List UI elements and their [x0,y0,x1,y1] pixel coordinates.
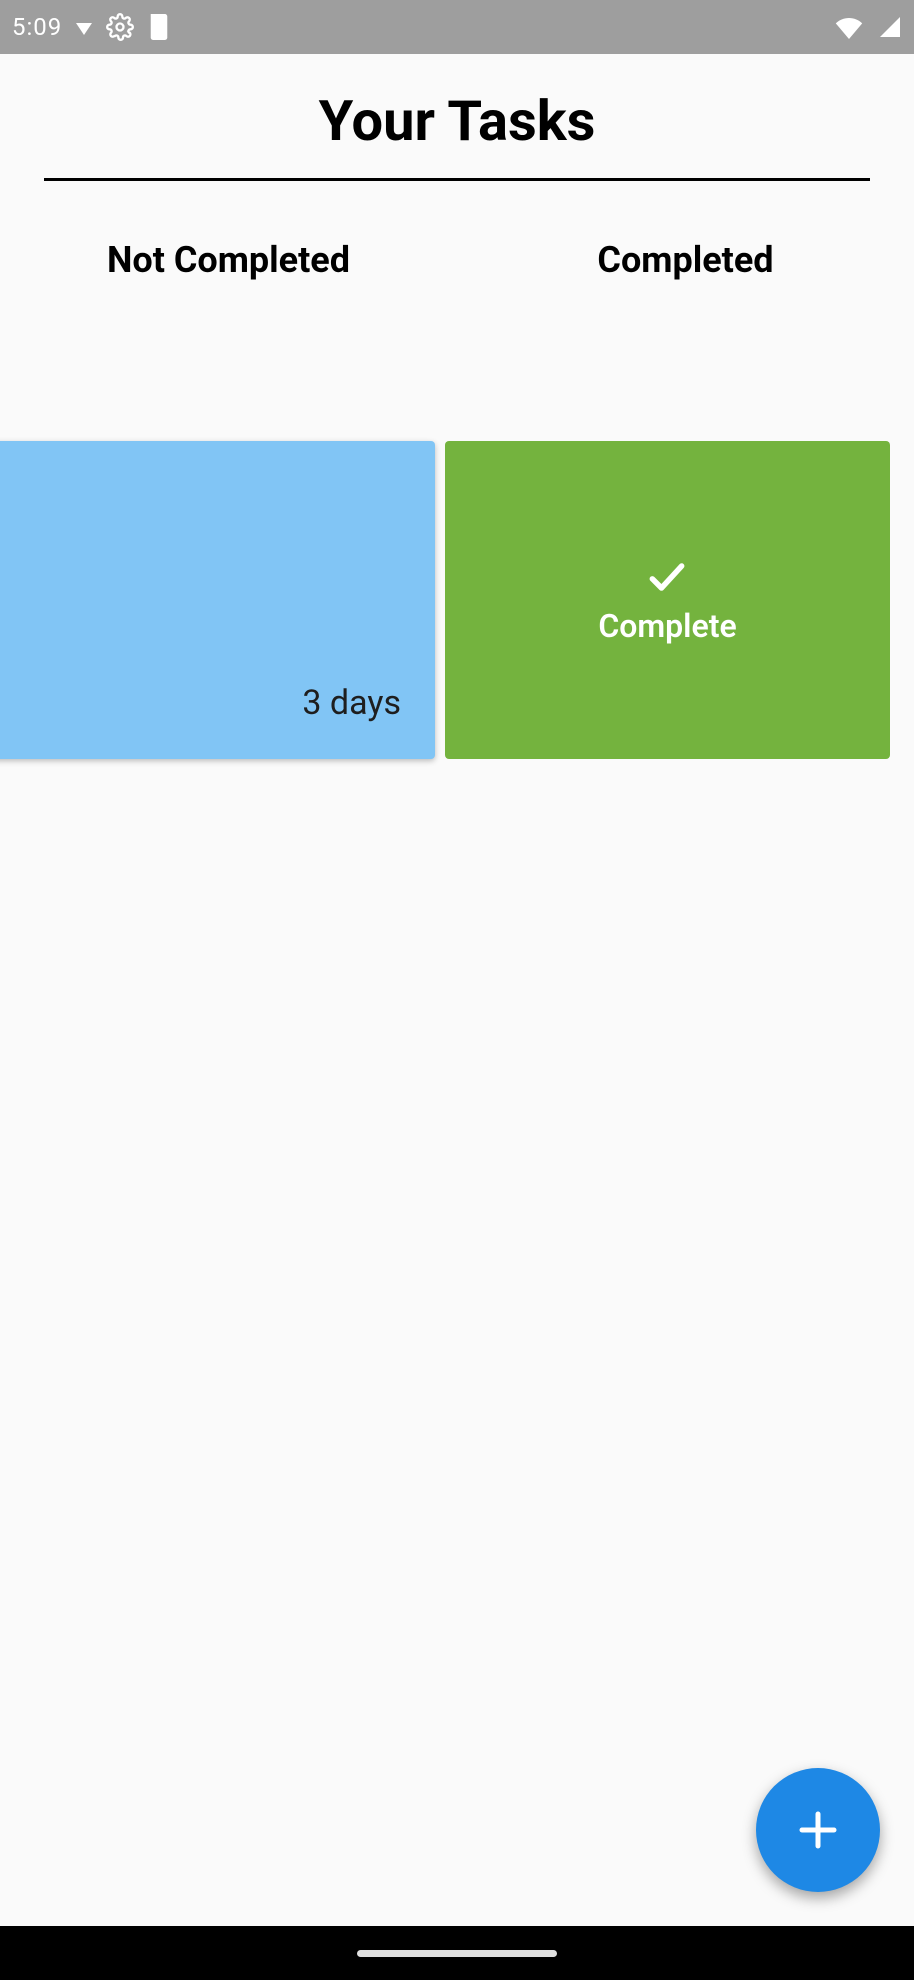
title-underline [44,178,870,181]
check-icon [639,555,695,599]
status-bar: 5:09 [0,0,914,54]
navigation-bar [0,1926,914,1980]
task-due-label: 3 days [302,683,401,723]
signal-icon [878,15,902,39]
complete-action-label: Complete [598,607,736,645]
status-time: 5:09 [12,13,62,41]
sd-card-icon [148,14,170,40]
task-cards-row: 3 days Complete [0,441,914,759]
device-frame: 5:09 [0,0,914,1980]
task-card[interactable]: 3 days [0,441,435,759]
status-bar-left: 5:09 [12,13,170,41]
complete-action-content: Complete [598,555,736,645]
location-icon [76,13,92,41]
plus-icon [794,1806,842,1854]
page-title: Your Tasks [0,54,914,178]
tab-completed[interactable]: Completed [457,239,914,281]
app-root: Your Tasks Not Completed Completed 3 day… [0,54,914,1926]
home-indicator[interactable] [357,1950,557,1957]
complete-action-card[interactable]: Complete [445,441,890,759]
tabs: Not Completed Completed [0,239,914,281]
gear-icon [106,13,134,41]
wifi-icon [834,15,864,39]
status-bar-right [834,15,902,39]
add-task-button[interactable] [756,1768,880,1892]
tab-not-completed[interactable]: Not Completed [0,239,457,281]
